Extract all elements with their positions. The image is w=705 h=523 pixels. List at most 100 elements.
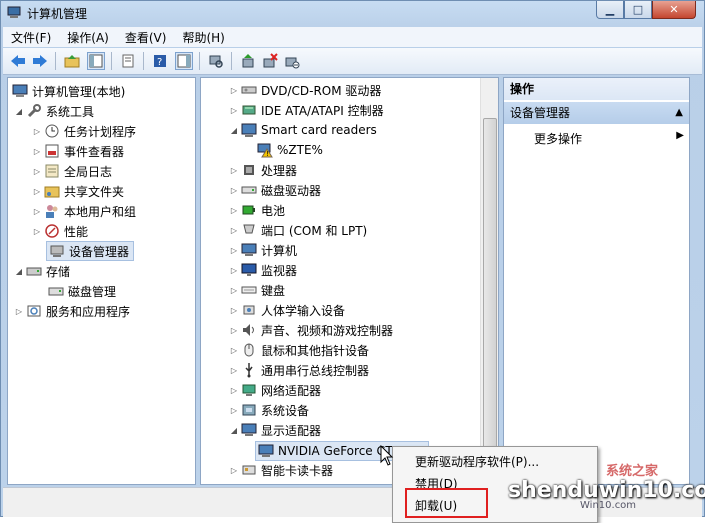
expand-arrow-icon[interactable]: ▷ bbox=[32, 207, 42, 216]
expand-arrow-icon[interactable]: ▷ bbox=[14, 307, 24, 316]
tree-item-system-tools[interactable]: ◢ 系统工具 bbox=[14, 102, 94, 120]
device-category-row[interactable]: ▷ 鼠标和其他指针设备 bbox=[229, 341, 369, 359]
vertical-scrollbar[interactable] bbox=[480, 78, 498, 484]
expand-arrow-icon[interactable]: ▷ bbox=[229, 166, 239, 175]
expand-arrow-icon[interactable]: ▷ bbox=[229, 346, 239, 355]
back-button[interactable] bbox=[9, 52, 27, 70]
expand-arrow-icon[interactable]: ▷ bbox=[229, 186, 239, 195]
device-category-label: 系统设备 bbox=[261, 403, 310, 418]
tree-item-shared-folders[interactable]: ▷ 共享文件夹 bbox=[32, 182, 124, 200]
tree-label: 性能 bbox=[64, 224, 89, 239]
tree-item-event-viewer[interactable]: ▷ 事件查看器 bbox=[32, 142, 124, 160]
expand-arrow-icon[interactable]: ▷ bbox=[229, 206, 239, 215]
more-actions-item[interactable]: 更多操作 ▶ bbox=[534, 130, 684, 147]
expand-arrow-icon[interactable]: ▷ bbox=[32, 227, 42, 236]
collapse-up-icon[interactable]: ▲ bbox=[675, 102, 683, 124]
device-category-row[interactable]: ▷ 磁盘驱动器 bbox=[229, 181, 321, 199]
warning-device-icon: ! bbox=[257, 143, 273, 158]
close-button[interactable]: ✕ bbox=[652, 1, 696, 19]
device-category-label: 处理器 bbox=[261, 163, 298, 178]
show-action-pane-button[interactable] bbox=[175, 52, 193, 70]
expand-arrow-icon[interactable]: ▷ bbox=[229, 406, 239, 415]
forward-button[interactable] bbox=[31, 52, 49, 70]
expand-arrow-icon[interactable]: ▷ bbox=[229, 226, 239, 235]
expand-arrow-icon[interactable]: ▷ bbox=[229, 286, 239, 295]
expand-arrow-icon[interactable]: ▷ bbox=[229, 86, 239, 95]
device-item-row[interactable]: ! %ZTE% bbox=[255, 141, 323, 159]
up-folder-button[interactable] bbox=[63, 52, 81, 70]
device-category-row[interactable]: ▷ 人体学输入设备 bbox=[229, 301, 345, 319]
collapse-arrow-icon[interactable]: ◢ bbox=[14, 107, 24, 116]
properties-button[interactable] bbox=[119, 52, 137, 70]
device-category-row[interactable]: ▷ 智能卡读卡器 bbox=[229, 461, 333, 479]
device-category-row[interactable]: ▷ 处理器 bbox=[229, 161, 297, 179]
maximize-icon: □ bbox=[632, 3, 644, 16]
expand-arrow-icon[interactable]: ▷ bbox=[229, 246, 239, 255]
show-tree-button[interactable] bbox=[87, 52, 105, 70]
device-category-row[interactable]: ▷ IDE ATA/ATAPI 控制器 bbox=[229, 101, 384, 119]
collapse-arrow-icon[interactable]: ◢ bbox=[229, 426, 239, 435]
update-driver-button[interactable] bbox=[239, 52, 257, 70]
scrollbar-thumb[interactable] bbox=[483, 118, 497, 484]
collapse-arrow-icon[interactable]: ◢ bbox=[229, 126, 239, 135]
device-category-row[interactable]: ◢ Smart card readers bbox=[229, 121, 377, 139]
expand-arrow-icon[interactable]: ▷ bbox=[32, 127, 42, 136]
toolbar: ? bbox=[3, 48, 702, 75]
expand-arrow-icon[interactable]: ▷ bbox=[229, 326, 239, 335]
tools-icon bbox=[27, 104, 41, 118]
device-category-row[interactable]: ▷ 键盘 bbox=[229, 281, 285, 299]
help-icon: ? bbox=[154, 55, 166, 68]
expand-arrow-icon[interactable]: ▷ bbox=[229, 266, 239, 275]
menu-view[interactable]: 查看(V) bbox=[117, 29, 175, 46]
tree-item-performance[interactable]: ▷ 性能 bbox=[32, 222, 88, 240]
device-category-row[interactable]: ▷ 系统设备 bbox=[229, 401, 309, 419]
expand-arrow-icon[interactable]: ▷ bbox=[32, 167, 42, 176]
device-category-row[interactable]: ▷ 端口 (COM 和 LPT) bbox=[229, 221, 367, 239]
device-category-row[interactable]: ▷ 监视器 bbox=[229, 261, 297, 279]
expand-arrow-icon[interactable]: ▷ bbox=[229, 466, 239, 475]
tree-item-global-logs[interactable]: ▷ 全局日志 bbox=[32, 162, 112, 180]
expand-arrow-icon[interactable]: ▷ bbox=[32, 187, 42, 196]
tree-label: 共享文件夹 bbox=[64, 184, 125, 199]
device-category-row[interactable]: ▷ DVD/CD-ROM 驱动器 bbox=[229, 81, 382, 99]
expand-arrow-icon[interactable]: ▷ bbox=[229, 366, 239, 375]
device-category-label: 计算机 bbox=[261, 243, 298, 258]
tree-item-services-apps[interactable]: ▷ 服务和应用程序 bbox=[14, 302, 130, 320]
help-button[interactable]: ? bbox=[151, 52, 169, 70]
tree-item-storage[interactable]: ◢ 存储 bbox=[14, 262, 70, 280]
update-driver-menu-item[interactable]: 更新驱动程序软件(P)... bbox=[415, 453, 539, 470]
menu-file[interactable]: 文件(F) bbox=[3, 29, 59, 46]
forward-arrow-icon bbox=[33, 55, 47, 67]
expand-arrow-icon[interactable]: ▷ bbox=[32, 147, 42, 156]
actions-group-device-manager[interactable]: 设备管理器 ▲ bbox=[504, 102, 689, 124]
scan-hardware-button[interactable] bbox=[207, 52, 225, 70]
tree-item-disk-management[interactable]: 磁盘管理 bbox=[46, 282, 116, 300]
expand-arrow-icon[interactable]: ▷ bbox=[229, 386, 239, 395]
update-driver-icon bbox=[242, 54, 254, 68]
uninstall-button[interactable] bbox=[261, 52, 279, 70]
tree-item-local-users[interactable]: ▷ 本地用户和组 bbox=[32, 202, 136, 220]
device-category-row[interactable]: ▷ 声音、视频和游戏控制器 bbox=[229, 321, 393, 339]
device-category-label: 人体学输入设备 bbox=[261, 303, 346, 318]
battery-icon bbox=[242, 205, 255, 215]
title-bar[interactable]: 计算机管理 ▁ □ ✕ bbox=[1, 1, 704, 25]
device-category-row[interactable]: ▷ 网络适配器 bbox=[229, 381, 321, 399]
menu-help[interactable]: 帮助(H) bbox=[174, 29, 232, 46]
device-category-label: DVD/CD-ROM 驱动器 bbox=[261, 83, 382, 98]
event-viewer-icon bbox=[45, 144, 59, 158]
menu-action[interactable]: 操作(A) bbox=[59, 29, 117, 46]
expand-arrow-icon[interactable]: ▷ bbox=[229, 106, 239, 115]
device-category-row[interactable]: ◢ 显示适配器 bbox=[229, 421, 321, 439]
maximize-button[interactable]: □ bbox=[624, 1, 652, 19]
tree-item-device-manager[interactable]: 设备管理器 bbox=[46, 241, 135, 261]
minimize-button[interactable]: ▁ bbox=[596, 1, 624, 19]
device-category-row[interactable]: ▷ 通用串行总线控制器 bbox=[229, 361, 369, 379]
device-category-row[interactable]: ▷ 计算机 bbox=[229, 241, 297, 259]
expand-arrow-icon[interactable]: ▷ bbox=[229, 306, 239, 315]
disable-device-button[interactable] bbox=[283, 52, 301, 70]
tree-item-root[interactable]: 计算机管理(本地) bbox=[10, 82, 125, 100]
smart-card-reader-icon bbox=[241, 123, 257, 137]
collapse-arrow-icon[interactable]: ◢ bbox=[14, 267, 24, 276]
device-category-row[interactable]: ▷ 电池 bbox=[229, 201, 285, 219]
tree-item-task-scheduler[interactable]: ▷ 任务计划程序 bbox=[32, 122, 136, 140]
